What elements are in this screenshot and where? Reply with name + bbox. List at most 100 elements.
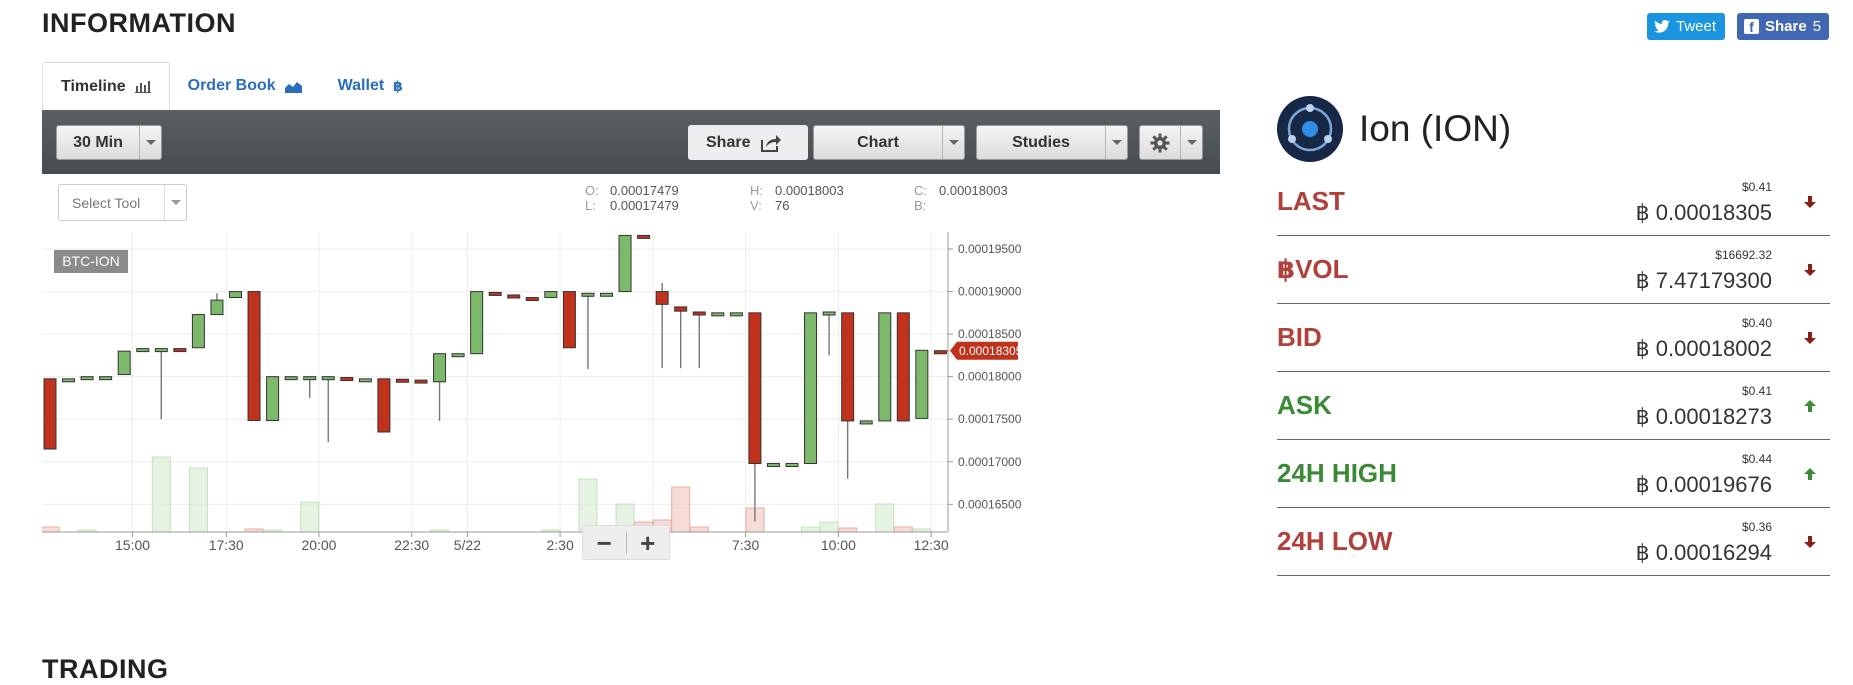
volume-bar xyxy=(42,526,60,533)
candle-body xyxy=(80,376,94,381)
stat-usd-value: $16692.32 xyxy=(1715,248,1772,262)
stat-usd-value: $0.41 xyxy=(1741,180,1772,194)
stat-btc-value: ฿ 0.00018273 xyxy=(1635,404,1772,429)
stat-label: BID xyxy=(1277,322,1322,352)
candle-body xyxy=(655,291,669,305)
tab-order-book[interactable]: Order Book xyxy=(170,62,320,110)
candle-body xyxy=(804,312,818,464)
arrow-down-icon xyxy=(1804,196,1816,208)
arrow-down-icon xyxy=(1804,264,1816,276)
x-tick-label: 7:30 xyxy=(732,537,759,553)
stat-btc-value: ฿ 7.47179300 xyxy=(1635,268,1772,293)
bitcoin-icon: ฿ xyxy=(393,77,403,94)
volume-bar xyxy=(300,501,320,533)
candle-body xyxy=(210,299,224,316)
settings-dropdown[interactable] xyxy=(1139,125,1203,160)
volume-bar xyxy=(689,526,709,533)
low-value: 0.00017479 xyxy=(610,198,679,213)
chart-share-button[interactable]: Share xyxy=(688,125,808,160)
candle-body xyxy=(637,234,651,239)
stat-label: 24H HIGH xyxy=(1277,458,1397,488)
coin-name: Ion (ION) xyxy=(1359,108,1512,149)
y-tick-label: 0.00017500 xyxy=(958,412,1022,426)
candle-body xyxy=(414,379,428,384)
ohlc-bar: Select Tool O: 0.00017479 L: 0.00017479 H:… xyxy=(42,174,1220,232)
studies-dropdown[interactable]: Studies xyxy=(976,125,1128,160)
facebook-share-button[interactable]: f Share 5 xyxy=(1737,13,1829,40)
x-tick-label: 17:30 xyxy=(209,537,244,553)
candle-body xyxy=(544,291,558,299)
candle-body xyxy=(470,291,484,355)
candle-body xyxy=(729,312,743,317)
candle-body xyxy=(822,311,836,316)
candle-body xyxy=(785,462,799,467)
bitcoin-icon: ฿ xyxy=(1635,200,1650,225)
volume-bar xyxy=(875,503,895,533)
candle-body xyxy=(841,312,855,422)
chevron-down-icon xyxy=(139,126,161,159)
candle-body xyxy=(878,312,892,422)
candle-body xyxy=(915,349,929,419)
stat-row: BID $0.40 ฿ 0.00018002 xyxy=(1277,304,1830,372)
zoom-out-button[interactable]: − xyxy=(583,530,626,556)
chart-share-label: Share xyxy=(706,133,751,151)
candle-body xyxy=(321,376,335,381)
x-tick-label: 20:00 xyxy=(301,537,336,553)
stat-usd-value: $0.40 xyxy=(1741,316,1772,330)
ohlc-open-low: O: 0.00017479 L: 0.00017479 xyxy=(585,183,679,213)
y-tick-label: 0.00017000 xyxy=(958,455,1022,469)
tweet-button[interactable]: Tweet xyxy=(1647,13,1725,40)
chart-panel: 30 Min Share Chart Studies Select Tool O… xyxy=(42,110,1220,615)
candle-body xyxy=(896,312,910,422)
candle-body xyxy=(711,312,725,317)
y-tick-label: 0.00018500 xyxy=(958,327,1022,341)
share-count: 5 xyxy=(1812,18,1822,35)
ion-coin-logo xyxy=(1277,96,1343,162)
stat-label: LAST xyxy=(1277,186,1345,216)
tab-timeline-label: Timeline xyxy=(61,77,126,95)
y-tick-label: 0.00016500 xyxy=(958,497,1022,511)
candle-body xyxy=(284,376,298,381)
stat-usd-value: $0.41 xyxy=(1741,384,1772,398)
zoom-in-button[interactable]: + xyxy=(627,530,670,556)
stat-label: 24H LOW xyxy=(1277,526,1393,556)
candle-body xyxy=(692,311,706,316)
select-tool-dropdown[interactable]: Select Tool xyxy=(58,184,187,221)
stat-row: 24H LOW $0.36 ฿ 0.00016294 xyxy=(1277,508,1830,576)
volume-bar xyxy=(151,456,171,533)
facebook-icon: f xyxy=(1744,19,1759,34)
chart-type-label: Chart xyxy=(857,133,899,151)
x-tick-label: 2:30 xyxy=(547,537,574,553)
x-tick-label: 10:00 xyxy=(821,537,856,553)
stat-btc-value: ฿ 0.00019676 xyxy=(1635,472,1772,497)
y-tick-label: 0.00019000 xyxy=(958,285,1022,299)
x-tick-label: 5/22 xyxy=(454,537,481,553)
candle-body xyxy=(358,378,372,383)
stat-btc-value: ฿ 0.00018305 xyxy=(1635,200,1772,225)
tab-wallet[interactable]: Wallet ฿ xyxy=(320,62,421,110)
chevron-down-icon xyxy=(1105,126,1127,159)
candle-body xyxy=(395,378,409,383)
bitcoin-icon: ฿ xyxy=(1635,540,1650,565)
candle-body xyxy=(154,348,168,353)
candle-body xyxy=(451,353,465,358)
chart-type-dropdown[interactable]: Chart xyxy=(813,125,965,160)
candle-body xyxy=(247,291,261,422)
stat-usd-value: $0.44 xyxy=(1741,452,1772,466)
tab-timeline[interactable]: Timeline xyxy=(42,62,170,110)
tab-wallet-label: Wallet xyxy=(337,77,385,94)
interval-dropdown[interactable]: 30 Min xyxy=(56,125,162,160)
arrow-down-icon xyxy=(1804,332,1816,344)
volume-bar xyxy=(819,521,839,533)
candle-body xyxy=(600,292,613,297)
ohlc-close-b: C: 0.00018003 B: xyxy=(914,183,1008,213)
chevron-down-icon xyxy=(942,126,964,159)
x-tick-label: 12:30 xyxy=(914,537,949,553)
ohlc-high-volume: H: 0.00018003 V: 76 xyxy=(750,183,844,213)
volume-bar xyxy=(671,486,691,533)
candle-body xyxy=(433,353,447,383)
bitcoin-icon: ฿ xyxy=(1635,268,1650,293)
close-value: 0.00018003 xyxy=(939,183,1008,198)
candle-body xyxy=(525,297,539,302)
candle-body xyxy=(99,376,113,381)
